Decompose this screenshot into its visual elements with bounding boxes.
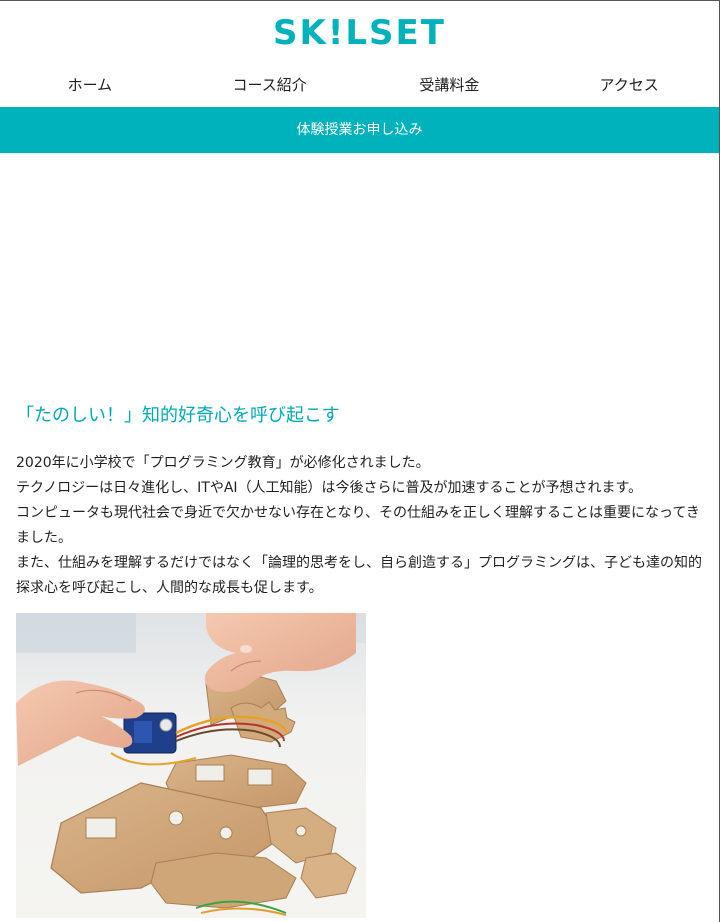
paragraph: コンピュータも現代社会で身近で欠かせない存在となり、その仕組みを正しく理解するこ… bbox=[16, 505, 700, 546]
nav-item-home[interactable]: ホーム bbox=[0, 63, 180, 107]
hero-area bbox=[0, 153, 719, 403]
nav-item-pricing[interactable]: 受講料金 bbox=[360, 63, 540, 107]
logo-area: SK!LSET bbox=[0, 1, 719, 63]
paragraph: テクノロジーは日々進化し、ITやAI（人工知能）は今後さらに普及が加速することが… bbox=[16, 480, 643, 496]
main-content: 「たのしい！」知的好奇心を呼び起こす 2020年に小学校で「プログラミング教育」… bbox=[0, 403, 719, 918]
site-header: SK!LSET ホーム コース紹介 受講料金 アクセス 体験授業お申し込み bbox=[0, 1, 719, 153]
paragraph: 2020年に小学校で「プログラミング教育」が必修化されました。 bbox=[16, 455, 430, 471]
section-body: 2020年に小学校で「プログラミング教育」が必修化されました。 テクノロジーは日… bbox=[16, 451, 703, 601]
section-title: 「たのしい！」知的好奇心を呼び起こす bbox=[16, 405, 340, 426]
robot-kit-illustration bbox=[16, 613, 366, 918]
main-nav: ホーム コース紹介 受講料金 アクセス bbox=[0, 63, 719, 107]
nav-item-courses[interactable]: コース紹介 bbox=[180, 63, 360, 107]
trial-lesson-button[interactable]: 体験授業お申し込み bbox=[0, 107, 719, 153]
robot-kit-photo bbox=[16, 613, 366, 918]
site-logo[interactable]: SK!LSET bbox=[273, 16, 446, 50]
nav-item-access[interactable]: アクセス bbox=[539, 63, 719, 107]
paragraph: また、仕組みを理解するだけではなく「論理的思考をし、自ら創造する」プログラミング… bbox=[16, 555, 702, 596]
